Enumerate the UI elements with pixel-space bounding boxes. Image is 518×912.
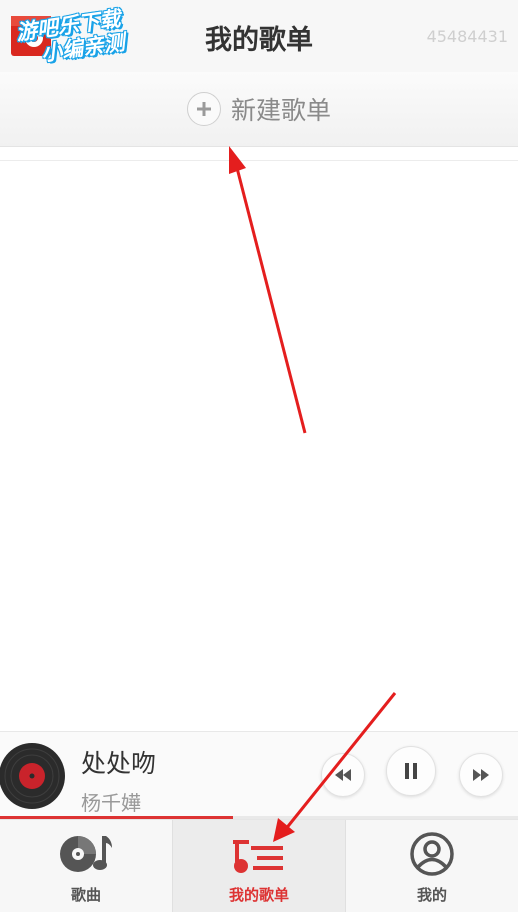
songs-disc-note-icon	[60, 836, 112, 872]
next-icon	[473, 769, 489, 781]
previous-icon	[335, 769, 351, 781]
nav-item-me[interactable]: 我的	[346, 820, 518, 912]
arrow-to-new-playlist	[229, 146, 307, 434]
bottom-nav: 歌曲 我的歌单 我的	[0, 819, 518, 912]
nav-label-me: 我的	[416, 886, 447, 904]
nav-item-my-playlists[interactable]: 我的歌单	[172, 820, 346, 912]
top-header: 游吧乐下载 小编亲测 我的歌单 45484431	[0, 0, 518, 73]
previous-button[interactable]	[321, 753, 365, 797]
song-artist: 杨千嬅	[81, 791, 141, 815]
disc-icon[interactable]	[0, 742, 66, 810]
new-playlist-label: 新建歌单	[230, 96, 331, 125]
list-divider	[0, 160, 518, 161]
plus-icon	[186, 92, 221, 126]
pause-icon	[405, 763, 417, 779]
pause-button[interactable]	[386, 746, 436, 796]
nav-label-my-playlists: 我的歌单	[228, 886, 289, 904]
nav-item-songs[interactable]: 歌曲	[0, 820, 172, 912]
user-profile-icon	[410, 832, 454, 876]
mini-player[interactable]: 处处吻 杨千嬅	[0, 731, 518, 820]
song-title: 处处吻	[81, 749, 157, 778]
new-playlist-button[interactable]: 新建歌单	[0, 72, 518, 147]
next-button[interactable]	[459, 753, 503, 797]
nav-label-songs: 歌曲	[70, 886, 101, 904]
user-id: 45484431	[426, 27, 508, 46]
playlist-icon	[233, 840, 283, 873]
